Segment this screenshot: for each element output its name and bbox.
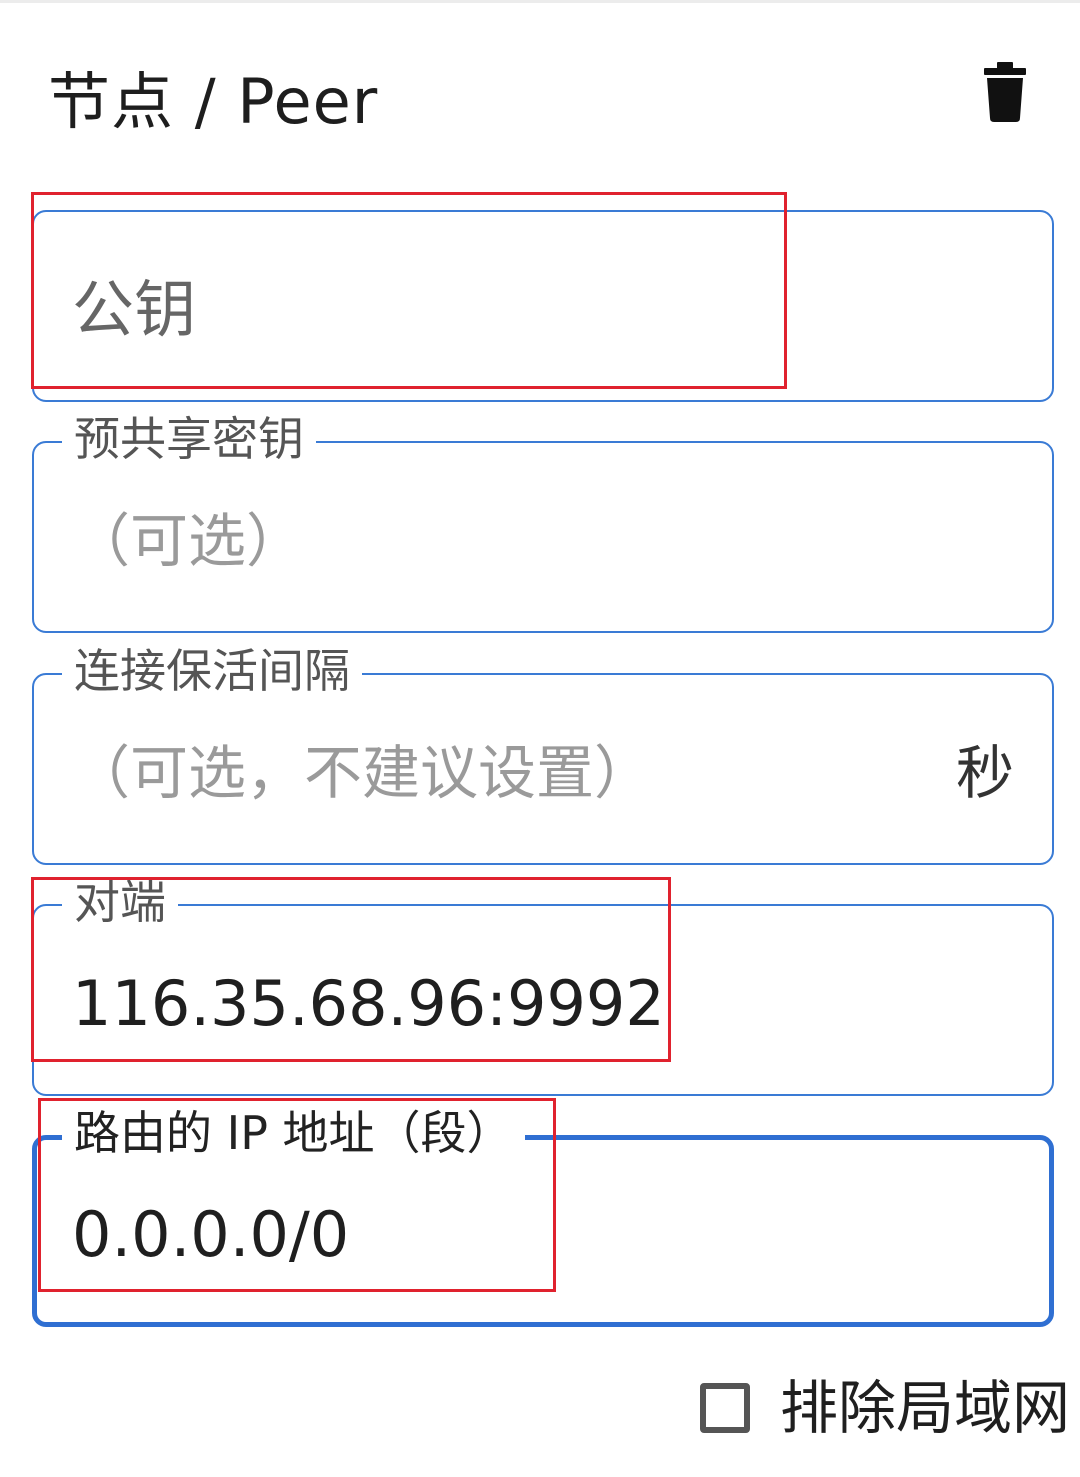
exclude-lan-label: 排除局域网	[780, 1374, 1071, 1442]
public-key-field[interactable]: 公钥	[32, 210, 1054, 402]
public-key-label: 公钥	[72, 273, 197, 346]
preshared-key-field[interactable]: 预共享密钥 （可选）	[32, 409, 1054, 633]
endpoint-value: 116.35.68.96:9992	[72, 967, 665, 1040]
exclude-lan-checkbox[interactable]	[700, 1383, 750, 1433]
delete-peer-button[interactable]	[970, 56, 1040, 132]
allowed-ips-label: 路由的 IP 地址（段）	[62, 1103, 525, 1163]
page-title: 节点 / Peer	[48, 65, 379, 138]
trash-icon	[984, 62, 1026, 126]
endpoint-field[interactable]: 对端 116.35.68.96:9992	[32, 872, 1054, 1096]
persistent-keepalive-field[interactable]: 连接保活间隔 （可选，不建议设置） 秒	[32, 641, 1054, 865]
preshared-key-placeholder: （可选）	[72, 507, 305, 575]
exclude-lan-row[interactable]: 排除局域网	[700, 1372, 1070, 1444]
persistent-keepalive-suffix: 秒	[955, 739, 1014, 807]
top-divider	[0, 0, 1080, 3]
persistent-keepalive-placeholder: （可选，不建议设置）	[72, 739, 653, 807]
persistent-keepalive-label: 连接保活间隔	[62, 641, 362, 701]
endpoint-label: 对端	[62, 872, 178, 932]
preshared-key-label: 预共享密钥	[62, 409, 316, 469]
allowed-ips-value: 0.0.0.0/0	[72, 1198, 350, 1271]
allowed-ips-field[interactable]: 路由的 IP 地址（段） 0.0.0.0/0	[32, 1103, 1054, 1327]
